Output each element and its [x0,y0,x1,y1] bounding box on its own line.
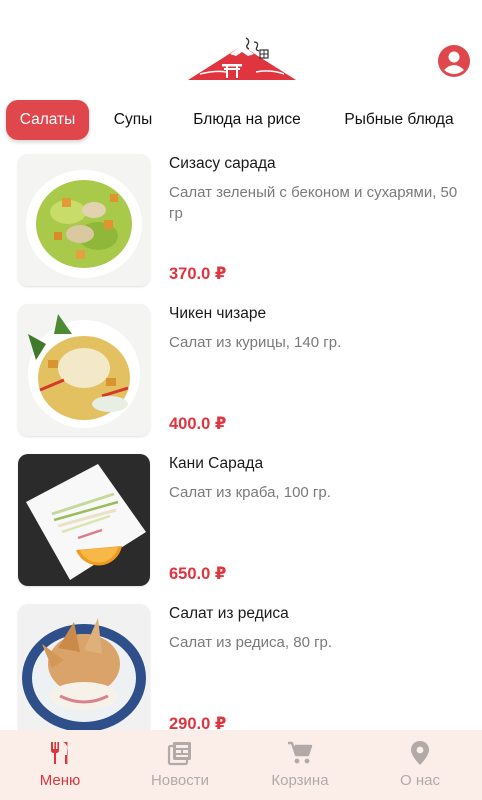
dish-name: Салат из редиса [169,605,289,622]
location-pin-icon [407,740,433,766]
dish-name: Сизасу сарада [169,155,276,172]
mountain-torii-logo [186,34,298,84]
dish-image [18,454,150,586]
dish-name: Кани Сарада [169,455,264,472]
news-icon [167,740,193,766]
dish-description: Салат из редиса, 80 гр. [169,634,333,651]
menu-item[interactable]: Чикен чизаре Салат из курицы, 140 гр. 40… [0,300,482,450]
nav-label: О нас [400,772,440,789]
nav-about[interactable]: О нас [360,730,480,800]
nav-menu[interactable]: Меню [0,730,120,800]
dish-image [18,604,150,736]
dish-description: Салат из курицы, 140 гр. [169,334,342,351]
dish-description: Салат зеленый с беконом и сухарями, 50 г… [169,184,458,222]
app-header [0,0,482,96]
dish-description: Салат из краба, 100 гр. [169,484,331,501]
tab-salads[interactable]: Салаты [6,100,89,140]
cart-icon [287,740,313,766]
nav-cart[interactable]: Корзина [240,730,360,800]
dish-image [18,154,150,286]
menu-item[interactable]: Сизасу сарада Салат зеленый с беконом и … [0,150,482,300]
tab-fish-dishes[interactable]: Рыбные блюда [330,100,468,140]
menu-item[interactable]: Кани Сарада Салат из краба, 100 гр. 650.… [0,450,482,600]
menu-item[interactable]: Салат из редиса Салат из редиса, 80 гр. … [0,600,482,750]
nav-label: Меню [39,772,81,789]
dish-price: 400.0 ₽ [169,415,227,433]
category-tabs: Салаты Супы Блюда на рисе Рыбные блюда [0,98,482,142]
tab-soups[interactable]: Супы [103,100,163,140]
dish-price: 650.0 ₽ [169,565,227,583]
nav-label: Корзина [271,772,329,789]
bottom-navigation: Меню Новости Корзина О нас [0,730,482,800]
dish-name: Чикен чизаре [169,305,267,322]
dish-price: 370.0 ₽ [169,265,227,283]
fork-knife-icon [47,740,73,766]
account-circle-icon[interactable] [437,44,471,78]
nav-news[interactable]: Новости [120,730,240,800]
nav-label: Новости [150,772,210,789]
dish-image [18,304,150,436]
tab-rice-dishes[interactable]: Блюда на рисе [181,100,313,140]
